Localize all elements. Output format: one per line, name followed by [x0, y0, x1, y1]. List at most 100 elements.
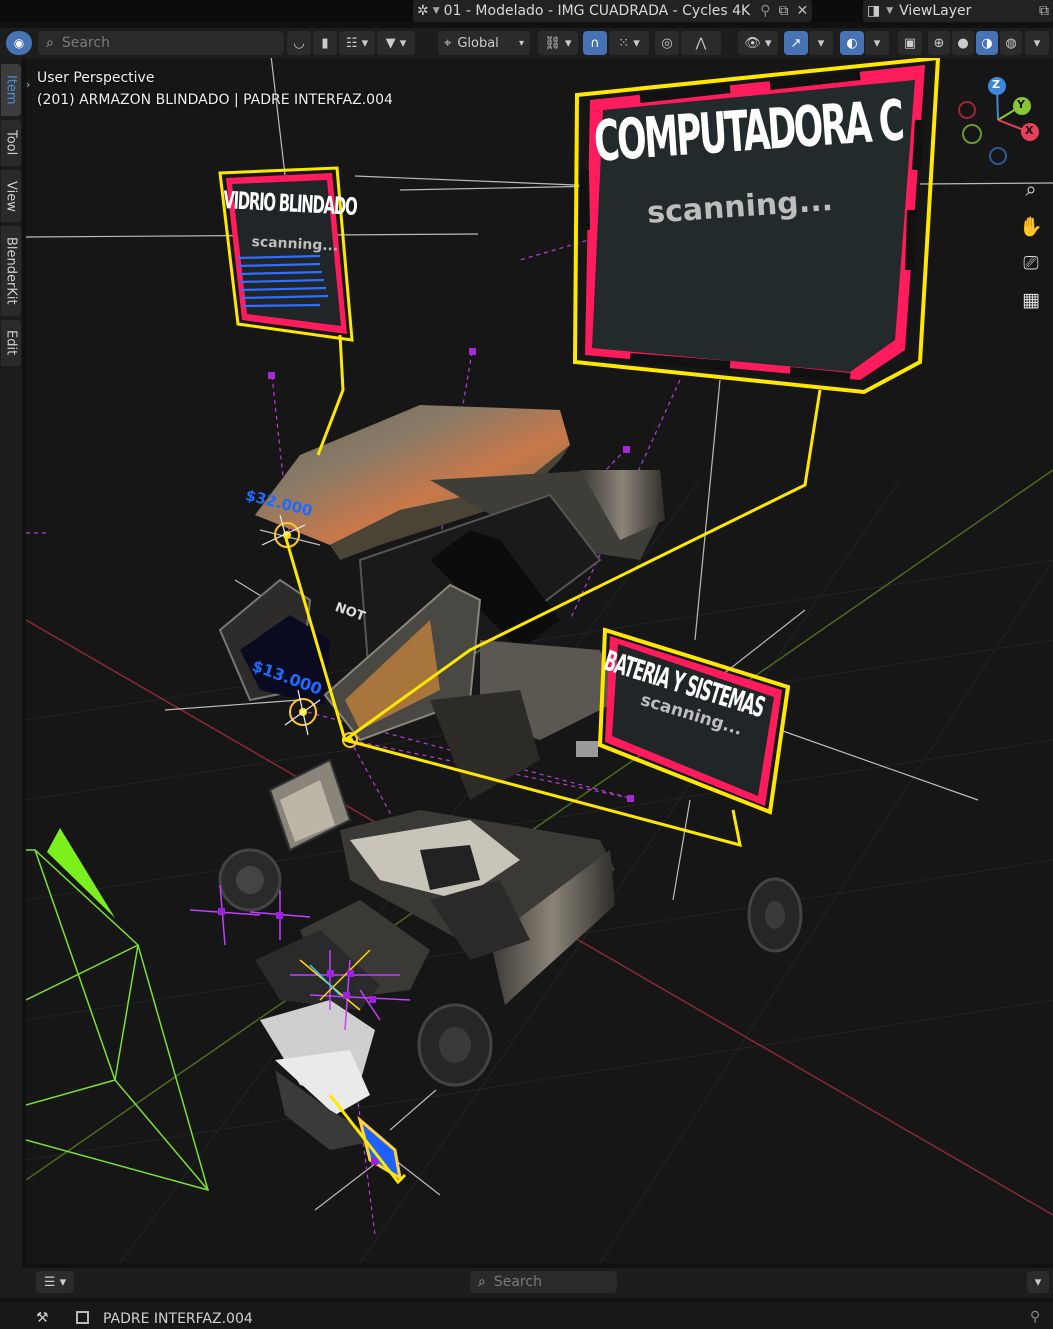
eye-icon: 👁 ▾: [744, 35, 772, 51]
orientation-dropdown[interactable]: ⌖ Global ▾: [438, 31, 530, 55]
bottom-dropdown[interactable]: ▾: [1027, 1271, 1049, 1293]
scene-icon: ✲: [417, 3, 429, 19]
bottom-search[interactable]: ⌕ Search: [470, 1271, 617, 1293]
outliner-search[interactable]: ⌕ Search: [38, 31, 284, 55]
filter-toggle-button[interactable]: ◡: [287, 31, 311, 55]
grid-snap-icon: ⁙ ▾: [618, 35, 640, 51]
chevron-down-icon: ▾: [518, 37, 524, 49]
3d-viewport[interactable]: User Perspective (201) ARMAZON BLINDADO …: [26, 58, 1053, 1263]
copy-layer-icon[interactable]: ⧉: [1039, 3, 1049, 19]
shading-wireframe-button[interactable]: ⊕: [928, 31, 950, 55]
link-icon: ⛓ ▾: [544, 35, 572, 51]
falloff-button[interactable]: ⋀: [681, 31, 721, 55]
filter-button[interactable]: ▼ ▾: [377, 31, 415, 55]
curve-icon: ◡: [293, 35, 305, 51]
tab-label: Tool: [3, 130, 19, 156]
pin-icon[interactable]: ⚲: [1030, 1309, 1040, 1325]
globe-icon: ◉: [13, 36, 25, 50]
orientation-label: Global: [457, 35, 499, 51]
copy-scene-icon[interactable]: ⧉: [779, 3, 789, 19]
funnel-icon: ▼ ▾: [385, 35, 407, 51]
chevron-right-icon[interactable]: ›: [26, 78, 30, 91]
shading-rendered-button[interactable]: ◍: [1000, 31, 1022, 55]
gizmo-z-label: Z: [992, 78, 1000, 91]
editor-type-button[interactable]: ◉: [6, 31, 32, 55]
wireframe-sphere-icon: ⊕: [933, 35, 945, 51]
transform-icon: ⌖: [444, 35, 452, 51]
search-icon: ⌕: [478, 1274, 486, 1290]
proportional-icon: ◎: [661, 35, 673, 51]
falloff-curve-icon: ⋀: [695, 35, 707, 51]
navigation-gizmo[interactable]: Z Y X: [952, 76, 1044, 168]
editor-type-icon: ☰ ▾: [43, 1274, 67, 1290]
camera-icon: ⎚: [1023, 252, 1039, 274]
tab-tool[interactable]: Tool: [1, 120, 21, 166]
overlays-toggle-button[interactable]: ◐: [840, 31, 864, 55]
bookmark-button[interactable]: ▮: [313, 31, 337, 55]
close-icon[interactable]: ✕: [797, 3, 809, 19]
tab-label: Item: [3, 75, 19, 105]
tab-label: BlenderKit: [3, 237, 19, 305]
grid-perspective-icon: ▦: [1022, 289, 1040, 311]
xray-button[interactable]: ▣: [898, 31, 922, 55]
gizmo-x-label: X: [1025, 124, 1034, 137]
visibility-button[interactable]: 👁 ▾: [738, 31, 778, 55]
bookmark-icon: ▮: [321, 35, 329, 51]
chevron-down-icon: ▼: [432, 6, 440, 16]
shading-options-dropdown[interactable]: ▾: [1025, 31, 1049, 55]
overlays-dropdown[interactable]: ▾: [865, 31, 889, 55]
object-icon: [76, 1311, 89, 1324]
bottom-editor-type-button[interactable]: ☰ ▾: [36, 1271, 74, 1293]
gizmo-toggle-button[interactable]: ↗: [784, 31, 808, 55]
chevron-down-icon: ▾: [817, 35, 825, 51]
perspective-toggle-button[interactable]: ▦: [1016, 285, 1046, 315]
sidebar-tabs: Item Tool View BlenderKit Edit: [0, 58, 22, 1268]
view-layer-selector[interactable]: ◨ ▼ ViewLayer ⧉: [863, 0, 1053, 22]
tab-blenderkit[interactable]: BlenderKit: [1, 226, 21, 316]
active-object-label: (201) ARMAZON BLINDADO | PADRE INTERFAZ.…: [37, 92, 393, 108]
hand-icon: ✋: [1019, 215, 1043, 238]
overlays-icon: ◐: [846, 35, 858, 51]
magnet-icon: ∩: [590, 35, 600, 51]
zoom-icon: ⌕: [1025, 177, 1037, 201]
solid-sphere-icon: ●: [957, 35, 969, 51]
tab-label: Edit: [3, 330, 19, 356]
outliner-mode-icon: ☷ ▾: [345, 35, 369, 51]
status-object-name: PADRE INTERFAZ.004: [103, 1311, 253, 1327]
scene-render: [26, 58, 1053, 1263]
tab-label: View: [3, 180, 19, 212]
tab-item[interactable]: Item: [1, 64, 21, 116]
shading-material-button[interactable]: ◑: [976, 31, 998, 55]
display-mode-button[interactable]: ☷ ▾: [339, 31, 375, 55]
chevron-down-icon: ▼: [886, 6, 894, 16]
pan-button[interactable]: ✋: [1016, 211, 1046, 241]
tools-icon[interactable]: ⚒: [36, 1310, 49, 1326]
gizmo-dropdown[interactable]: ▾: [809, 31, 833, 55]
scene-name[interactable]: 01 - Modelado - IMG CUADRADA - Cycles 4K: [444, 3, 751, 19]
camera-view-button[interactable]: ⎚: [1016, 248, 1046, 278]
search-icon: ⌕: [46, 35, 54, 51]
pivot-button[interactable]: ⛓ ▾: [538, 31, 578, 55]
view-layer-name[interactable]: ViewLayer: [899, 3, 971, 19]
snap-target-button[interactable]: ⁙ ▾: [609, 31, 649, 55]
xray-icon: ▣: [903, 35, 917, 51]
proportional-edit-button[interactable]: ◎: [655, 31, 679, 55]
pin-icon[interactable]: ⚲: [760, 3, 770, 19]
material-sphere-icon: ◑: [981, 35, 993, 51]
rendered-sphere-icon: ◍: [1005, 35, 1017, 51]
gizmo-icon: ↗: [790, 35, 802, 51]
search-placeholder: Search: [61, 35, 110, 51]
chevron-down-icon: ▾: [873, 35, 881, 51]
chevron-down-icon: ▾: [1034, 1274, 1042, 1290]
viewport-mode-label: User Perspective: [37, 70, 155, 86]
search-placeholder: Search: [493, 1274, 542, 1290]
zoom-button[interactable]: ⌕: [1016, 174, 1046, 204]
chevron-down-icon: ▾: [1033, 35, 1041, 51]
gizmo-y-label: Y: [1017, 98, 1025, 111]
shading-solid-button[interactable]: ●: [952, 31, 974, 55]
snap-toggle-button[interactable]: ∩: [583, 31, 607, 55]
tab-edit[interactable]: Edit: [1, 320, 21, 366]
tab-view[interactable]: View: [1, 170, 21, 222]
scene-selector[interactable]: ✲ ▼ 01 - Modelado - IMG CUADRADA - Cycle…: [413, 0, 813, 22]
view-layer-icon: ◨: [867, 3, 881, 19]
